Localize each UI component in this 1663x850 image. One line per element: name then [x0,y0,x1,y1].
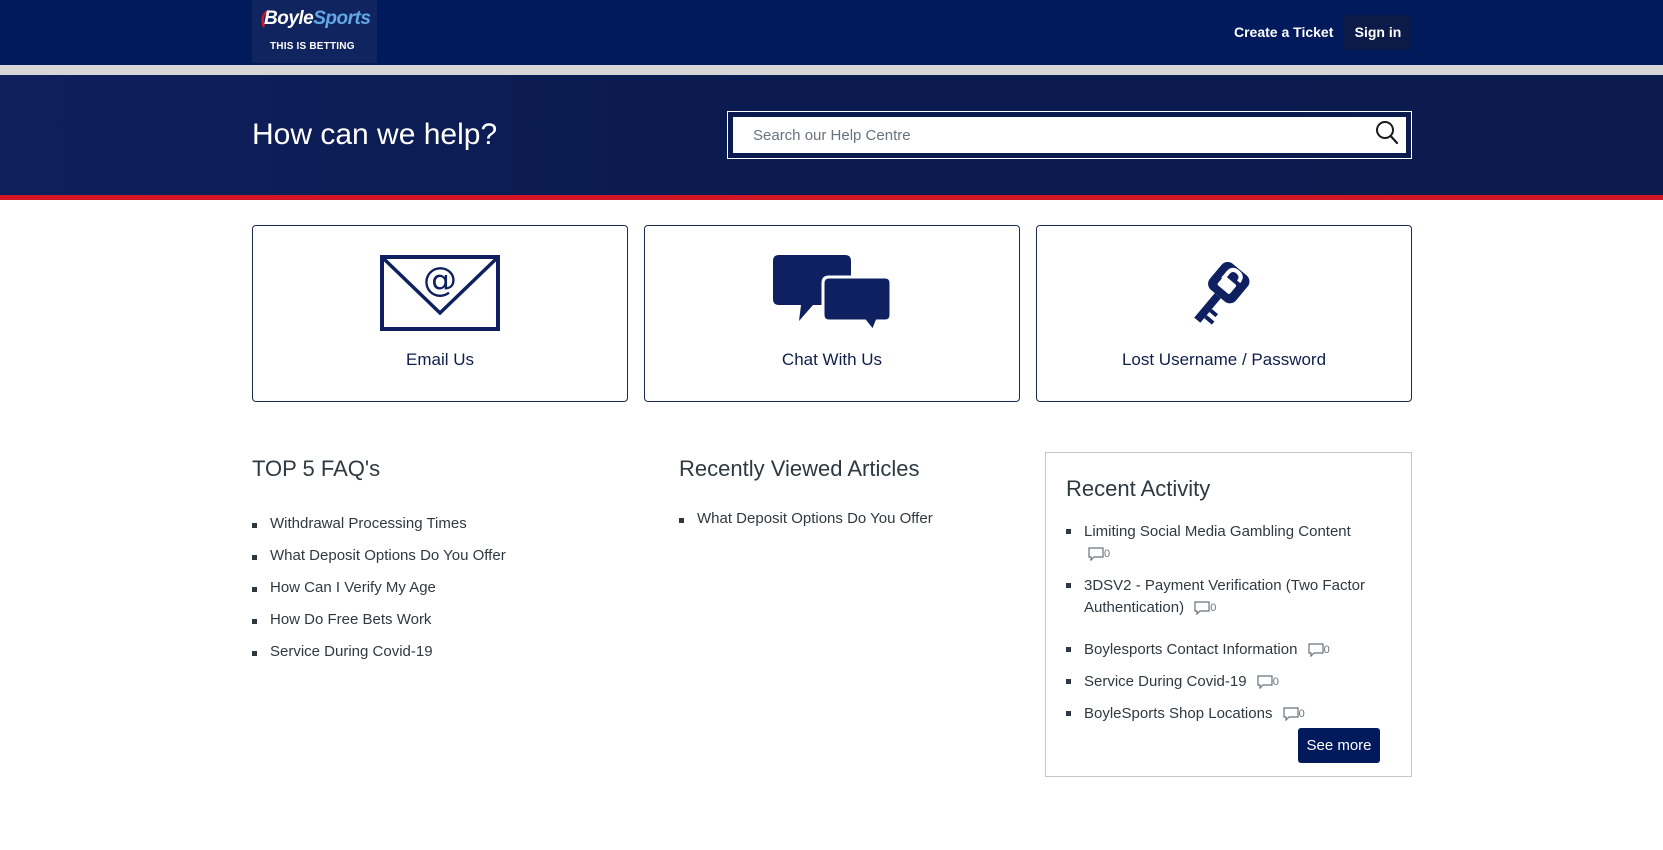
comment-count: 0 [1088,543,1110,565]
activity-item: Service During Covid-19 0 [1066,671,1279,693]
hero-search-section: How can we help? [0,75,1663,195]
activity-item: 3DSV2 - Payment Verification (Two Factor… [1066,575,1365,619]
hero-accent-line [0,195,1663,200]
comment-icon [1308,643,1324,658]
activity-item: Limiting Social Media Gambling Content 0 [1066,521,1351,565]
activity-item: Boylesports Contact Information 0 [1066,639,1330,661]
chat-with-us-card[interactable]: Chat With Us [644,225,1020,402]
comment-count: 0 [1308,639,1330,661]
chat-icon [773,255,891,331]
comment-icon [1283,707,1299,722]
faq-link[interactable]: How Can I Verify My Age [252,579,436,596]
comment-icon [1257,675,1273,690]
header-divider-strip [0,65,1663,75]
comment-count: 0 [1194,597,1216,619]
activity-link[interactable]: Boylesports Contact Information [1084,641,1297,658]
comment-icon [1088,547,1104,562]
search-input[interactable] [733,117,1406,153]
sign-in-button[interactable]: Sign in [1344,15,1412,50]
activity-link[interactable]: Limiting Social Media Gambling Content [1084,523,1351,540]
recently-viewed-link[interactable]: What Deposit Options Do You Offer [679,510,933,527]
faq-link[interactable]: How Do Free Bets Work [251,611,431,628]
activity-link[interactable]: BoyleSports Shop Locations [1084,705,1272,722]
logo-wordmark: BoyleSports [264,8,371,29]
page-title: How can we help? [252,118,498,151]
email-us-label: Email Us [405,350,474,369]
top-navigation-bar: BoyleSports THIS IS BETTING Create a Tic… [0,0,1663,65]
activity-link-continued[interactable]: Authentication) [1084,599,1184,616]
recent-activity-panel: Recent Activity Limiting Social Media Ga… [1045,452,1412,777]
recently-viewed-heading: Recently Viewed Articles [679,456,920,481]
activity-link[interactable]: Service During Covid-19 [1084,673,1247,690]
see-more-button[interactable]: See more [1298,728,1380,763]
boylesports-logo[interactable]: BoyleSports THIS IS BETTING [252,0,377,63]
recent-activity-heading: Recent Activity [1066,476,1211,501]
activity-item: BoyleSports Shop Locations 0 [1066,703,1305,725]
faq-link[interactable]: Withdrawal Processing Times [252,515,467,532]
key-lock-icon [1194,261,1250,325]
search-box [727,111,1412,159]
top-faqs-heading: TOP 5 FAQ's [252,456,381,481]
email-us-card[interactable]: @ Email Us [252,225,628,402]
comment-count: 0 [1283,703,1305,725]
svg-text:@: @ [423,260,457,300]
comment-count: 0 [1257,671,1279,693]
lost-username-password-label: Lost Username / Password [1121,350,1327,369]
lost-username-password-card[interactable]: Lost Username / Password [1036,225,1412,402]
search-icon[interactable] [1375,120,1399,146]
faq-link[interactable]: What Deposit Options Do You Offer [252,547,506,564]
create-ticket-link[interactable]: Create a Ticket [1234,24,1333,40]
logo-tagline: THIS IS BETTING [270,41,355,52]
email-icon: @ [380,255,500,331]
comment-icon [1194,601,1210,616]
activity-link[interactable]: 3DSV2 - Payment Verification (Two Factor [1084,577,1365,594]
chat-with-us-label: Chat With Us [781,350,883,369]
faq-link[interactable]: Service During Covid-19 [252,643,433,660]
